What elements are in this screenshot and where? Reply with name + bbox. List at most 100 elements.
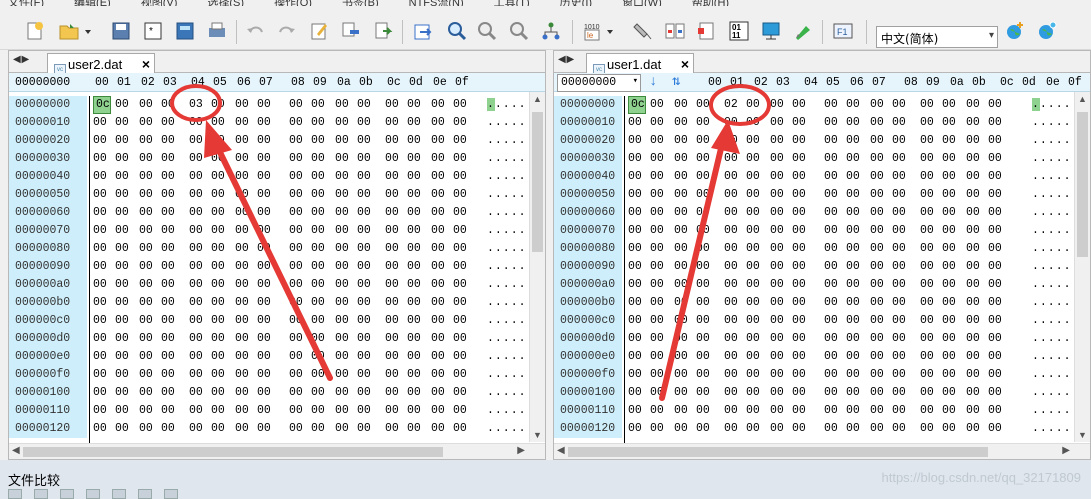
ascii-text[interactable]: ...... [487,422,534,435]
hex-byte[interactable]: 00 [892,332,910,345]
hex-byte[interactable]: 00 [892,98,910,111]
hex-byte[interactable]: 00 [746,224,764,237]
hex-byte[interactable]: 00 [846,242,864,255]
hex-byte[interactable]: 00 [139,332,157,345]
hex-byte[interactable]: 00 [289,170,307,183]
hex-byte[interactable]: 00 [211,350,229,363]
hex-byte[interactable]: 00 [870,332,888,345]
hex-byte[interactable]: 00 [189,170,207,183]
hex-byte[interactable]: 00 [696,242,714,255]
hex-byte[interactable]: 00 [93,242,111,255]
hex-byte[interactable]: 00 [311,314,329,327]
hex-byte[interactable]: 00 [724,152,742,165]
hex-byte[interactable]: 00 [824,278,842,291]
hex-byte[interactable]: 00 [892,404,910,417]
hex-byte[interactable]: 00 [942,152,960,165]
hex-byte[interactable]: 00 [746,152,764,165]
hex-byte[interactable]: 00 [93,224,111,237]
hex-byte[interactable]: 00 [942,332,960,345]
hex-byte[interactable]: 00 [792,170,810,183]
ascii-text[interactable]: ...... [1032,224,1079,237]
hex-byte[interactable]: 00 [335,350,353,363]
hex-byte[interactable]: 00 [335,170,353,183]
hex-byte[interactable]: 00 [770,350,788,363]
hex-byte[interactable]: 00 [824,188,842,201]
hex-byte[interactable]: 00 [335,278,353,291]
hex-byte[interactable]: 00 [385,134,403,147]
hex-byte[interactable]: 00 [870,134,888,147]
hex-byte[interactable]: 00 [892,296,910,309]
hex-byte[interactable]: 00 [335,368,353,381]
hex-byte[interactable]: 00 [407,386,425,399]
help-f1-icon[interactable]: F1 [830,18,856,44]
hex-byte[interactable]: 00 [988,206,1006,219]
hex-byte[interactable]: 00 [235,152,253,165]
hex-byte[interactable]: 00 [235,242,253,255]
hex-byte[interactable]: 00 [93,278,111,291]
hex-byte[interactable]: 00 [357,98,375,111]
hex-byte[interactable]: 00 [746,404,764,417]
hex-byte[interactable]: 00 [942,134,960,147]
hex-byte[interactable]: 00 [311,98,329,111]
hex-byte[interactable]: 00 [235,224,253,237]
hex-byte[interactable]: 00 [385,260,403,273]
hex-byte[interactable]: 00 [453,134,471,147]
hex-byte[interactable]: 00 [139,188,157,201]
hex-byte[interactable]: 00 [211,314,229,327]
hex-byte[interactable]: 00 [93,350,111,363]
hex-byte[interactable]: 00 [431,242,449,255]
hex-byte[interactable]: 00 [161,188,179,201]
hex-byte[interactable]: 00 [335,242,353,255]
hex-byte[interactable]: 00 [770,296,788,309]
hex-byte[interactable]: 00 [966,368,984,381]
next-difference-icon[interactable]: ↓ [649,74,657,90]
sync-difference-icon[interactable]: ⇅ [672,73,680,90]
hex-byte[interactable]: 00 [988,332,1006,345]
hex-byte[interactable]: 00 [257,296,275,309]
hex-byte[interactable]: 00 [139,314,157,327]
hex-row[interactable]: 000000e0 00 00 00 00 00 00 00 00 00 00 00 00 00 00 00 00… [554,348,1090,366]
hex-byte[interactable]: 00 [385,242,403,255]
hex-byte[interactable]: 00 [257,116,275,129]
hex-byte[interactable]: 00 [920,422,938,435]
hex-byte[interactable]: 00 [235,206,253,219]
menu-item[interactable]: 书签(B) [334,0,379,6]
hex-byte[interactable]: 00 [650,386,668,399]
scroll-up-icon[interactable]: ▲ [1078,94,1087,104]
hex-byte[interactable]: 00 [628,278,646,291]
hex-byte[interactable]: 00 [628,242,646,255]
hex-byte[interactable]: 00 [385,332,403,345]
hex-byte[interactable]: 00 [650,206,668,219]
hex-byte[interactable]: 00 [289,134,307,147]
hex-byte[interactable]: 00 [335,206,353,219]
hex-byte[interactable]: 00 [93,368,111,381]
hex-byte[interactable]: 00 [407,404,425,417]
right-hex-pane[interactable]: ◀ ▶ vc user1.dat × 00000000 ▾ ↓ ⇅ 00 01 02 03 0… [553,50,1091,460]
hex-byte[interactable]: 00 [870,314,888,327]
hex-byte[interactable]: 00 [257,134,275,147]
hex-byte[interactable]: 00 [920,350,938,363]
hex-byte[interactable]: 00 [942,242,960,255]
hex-byte[interactable]: 00 [824,152,842,165]
hex-byte[interactable]: 00 [453,386,471,399]
hex-byte[interactable]: 00 [792,350,810,363]
horizontal-scrollbar[interactable]: ◀ ▶ [9,443,545,459]
hex-row[interactable]: 00000120 00 00 00 00 00 00 00 00 00 00 00 00 00 00 00 00… [554,420,1090,438]
hex-byte[interactable]: 00 [724,404,742,417]
hex-byte[interactable]: 00 [453,224,471,237]
hex-byte[interactable]: 00 [770,386,788,399]
hex-byte[interactable]: 00 [289,206,307,219]
hex-byte[interactable]: 00 [115,206,133,219]
hex-byte[interactable]: 00 [431,278,449,291]
hex-byte[interactable]: 00 [211,386,229,399]
hex-byte[interactable]: 00 [892,242,910,255]
hex-byte[interactable]: 00 [696,386,714,399]
hex-byte[interactable]: 00 [746,134,764,147]
hex-byte[interactable]: 00 [746,188,764,201]
scroll-up-icon[interactable]: ▲ [533,94,542,104]
hex-byte[interactable]: 00 [431,368,449,381]
hex-byte[interactable]: 00 [139,296,157,309]
hscroll-thumb[interactable] [23,447,443,457]
hex-byte[interactable]: 00 [770,224,788,237]
hex-byte[interactable]: 00 [770,422,788,435]
